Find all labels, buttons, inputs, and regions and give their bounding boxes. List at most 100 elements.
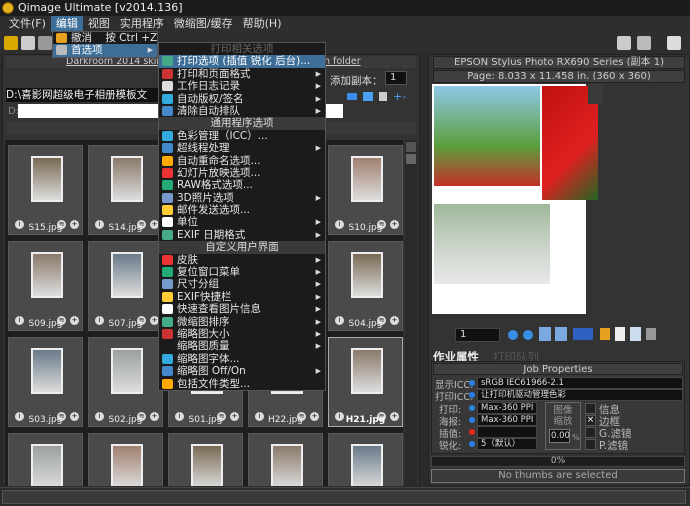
print-icon[interactable] xyxy=(21,36,35,50)
book-icon[interactable] xyxy=(363,92,373,101)
thumbnail-scrollbar[interactable] xyxy=(405,140,417,486)
page-zoom-icon[interactable] xyxy=(630,327,641,341)
interpolation-select[interactable] xyxy=(477,426,537,438)
menu-item[interactable]: 清除自动排队 ▶ xyxy=(159,105,325,117)
poster-ppi-select[interactable]: Max-360 PPI xyxy=(477,414,537,426)
trash-icon[interactable] xyxy=(646,328,656,340)
thumbnail-image[interactable] xyxy=(31,348,63,394)
save-icon[interactable] xyxy=(38,36,52,50)
print-save-icon[interactable] xyxy=(667,36,681,50)
menu-help[interactable]: 帮助(H) xyxy=(238,16,287,32)
thumbnail-image[interactable] xyxy=(111,252,143,298)
thumbnail-cell[interactable]: i≡+ xyxy=(328,145,403,235)
thumbnail-cell[interactable]: i≡+ xyxy=(88,433,163,486)
menu-item[interactable]: 打印选项 (插值 锐化 后台)... xyxy=(159,55,325,68)
menu-item[interactable]: 微缩图排序 ▶ xyxy=(159,316,325,328)
back-arrow-icon[interactable] xyxy=(347,93,357,100)
menu-item[interactable]: RAW格式选项... xyxy=(159,179,325,191)
print-icc-select[interactable]: 让打印机驱动管理色彩 xyxy=(477,389,683,401)
prev-page-icon[interactable] xyxy=(508,330,518,340)
thumbnail-image[interactable] xyxy=(31,156,63,202)
display-icc-select[interactable]: sRGB IEC61966-2.1 xyxy=(477,377,683,389)
path2-input-end[interactable] xyxy=(326,104,343,118)
menu-item[interactable]: 缩略图 Off/On ▶ xyxy=(159,365,325,377)
thumbnail-image[interactable] xyxy=(31,444,63,486)
checkbox[interactable]: × xyxy=(585,415,596,426)
list-view-icon[interactable] xyxy=(555,327,567,341)
menu-item[interactable]: 3D照片选项 ▶ xyxy=(159,192,325,204)
list-icon[interactable] xyxy=(379,92,387,101)
thumbnail-image[interactable] xyxy=(351,156,383,202)
thumbnail-cell[interactable]: i≡+ xyxy=(8,145,83,235)
folder-link[interactable]: n folder xyxy=(324,56,361,67)
menu-item[interactable]: 缩略图质量 ▶ xyxy=(159,340,325,352)
thumbnail-cell[interactable]: i≡+ xyxy=(88,241,163,331)
checkbox[interactable] xyxy=(585,403,596,414)
menu-item[interactable]: 色彩管理（ICC）... xyxy=(159,130,325,142)
thumbnail-cell[interactable]: i≡+ xyxy=(8,337,83,427)
menu-utilities[interactable]: 实用程序 xyxy=(115,16,169,32)
page-view-icon[interactable] xyxy=(539,327,551,341)
preview-photo-3[interactable] xyxy=(434,204,550,284)
thumbnail-cell[interactable]: i≡+ xyxy=(248,433,323,486)
add-remove-icon[interactable]: +- xyxy=(393,90,406,103)
thumbnail-image[interactable] xyxy=(191,444,223,486)
page-number-input[interactable]: 1 xyxy=(455,328,500,342)
thumbnail-cell[interactable]: i≡+ xyxy=(88,145,163,235)
image-scale-input[interactable]: 0.00 xyxy=(549,429,570,443)
print-button-icon[interactable] xyxy=(637,36,651,50)
menu-item[interactable]: EXIF快捷栏 ▶ xyxy=(159,291,325,303)
copies-input[interactable]: 1 xyxy=(385,71,407,85)
thumbnail-image[interactable] xyxy=(351,348,383,394)
menu-item[interactable]: EXIF 日期格式 ▶ xyxy=(159,229,325,241)
menu-item[interactable]: 快速查看图片信息 ▶ xyxy=(159,303,325,315)
print-ppi-select[interactable]: Max-360 PPI xyxy=(477,402,537,414)
open-folder-icon[interactable] xyxy=(4,36,18,50)
lock-icon[interactable] xyxy=(600,328,610,340)
path-dropdown[interactable]: D:\喜影网超级电子相册模板文 xyxy=(6,88,158,102)
menu-thumbs-cache[interactable]: 微缩图/缓存 xyxy=(169,16,238,32)
menu-item[interactable]: 复位窗口菜单 ▶ xyxy=(159,266,325,278)
thumbnail-image[interactable] xyxy=(111,348,143,394)
menu-item[interactable]: 打印和页面格式 ▶ xyxy=(159,68,325,80)
menu-item[interactable]: 自动重命名选项... xyxy=(159,155,325,167)
checkbox[interactable] xyxy=(585,439,596,450)
thumbnail-cell[interactable]: i≡+ xyxy=(328,433,403,486)
printer-name[interactable]: EPSON Stylus Photo RX690 Series (副本 1) xyxy=(433,56,685,69)
thumbnail-cell[interactable]: i≡+ xyxy=(328,241,403,331)
thumbnail-cell[interactable]: i≡+ xyxy=(328,337,403,427)
thumbnail-image[interactable] xyxy=(351,444,383,486)
menu-edit[interactable]: 编辑 xyxy=(50,16,83,32)
menu-item[interactable]: 缩略图字体... xyxy=(159,353,325,365)
menu-item[interactable]: 工作日志记录 ▶ xyxy=(159,80,325,92)
menu-item-undo[interactable]: 撤消 按 Ctrl +Z xyxy=(53,32,157,44)
thumbnail-image[interactable] xyxy=(31,252,63,298)
printer-settings-icon[interactable] xyxy=(617,36,631,50)
layout-dropdown-icon[interactable] xyxy=(573,328,593,340)
scroll-up-button[interactable] xyxy=(406,142,416,152)
thumbnail-image[interactable] xyxy=(271,444,303,486)
thumbnail-image[interactable] xyxy=(111,444,143,486)
scroll-thumb[interactable] xyxy=(406,154,416,164)
sharpen-select[interactable]: 5（默认） xyxy=(477,438,537,450)
thumbnail-image[interactable] xyxy=(111,156,143,202)
thumbnail-cell[interactable]: i≡+ xyxy=(168,433,243,486)
thumbnail-cell[interactable]: i≡+ xyxy=(8,241,83,331)
menu-view[interactable]: 视图 xyxy=(83,16,115,32)
thumbnail-cell[interactable]: i≡+ xyxy=(88,337,163,427)
preview-photo-1[interactable] xyxy=(434,86,540,186)
menu-item[interactable]: 幻灯片放映选项... xyxy=(159,167,325,179)
menu-item[interactable]: 尺寸分组 ▶ xyxy=(159,278,325,290)
next-page-icon[interactable] xyxy=(523,330,533,340)
menu-item[interactable]: 包括文件类型... xyxy=(159,378,325,390)
new-page-icon[interactable] xyxy=(615,327,625,341)
menu-item[interactable]: 自动版权/签名 ▶ xyxy=(159,93,325,105)
page-preview[interactable] xyxy=(432,84,598,314)
checkbox[interactable] xyxy=(585,427,596,438)
preview-side-tab[interactable] xyxy=(588,84,603,104)
menu-item[interactable]: 单位 ▶ xyxy=(159,216,325,228)
menu-item[interactable]: 皮肤 ▶ xyxy=(159,254,325,266)
menu-item[interactable]: 超线程处理 ▶ xyxy=(159,142,325,154)
thumbnail-image[interactable] xyxy=(351,252,383,298)
path2-input[interactable] xyxy=(18,104,158,118)
